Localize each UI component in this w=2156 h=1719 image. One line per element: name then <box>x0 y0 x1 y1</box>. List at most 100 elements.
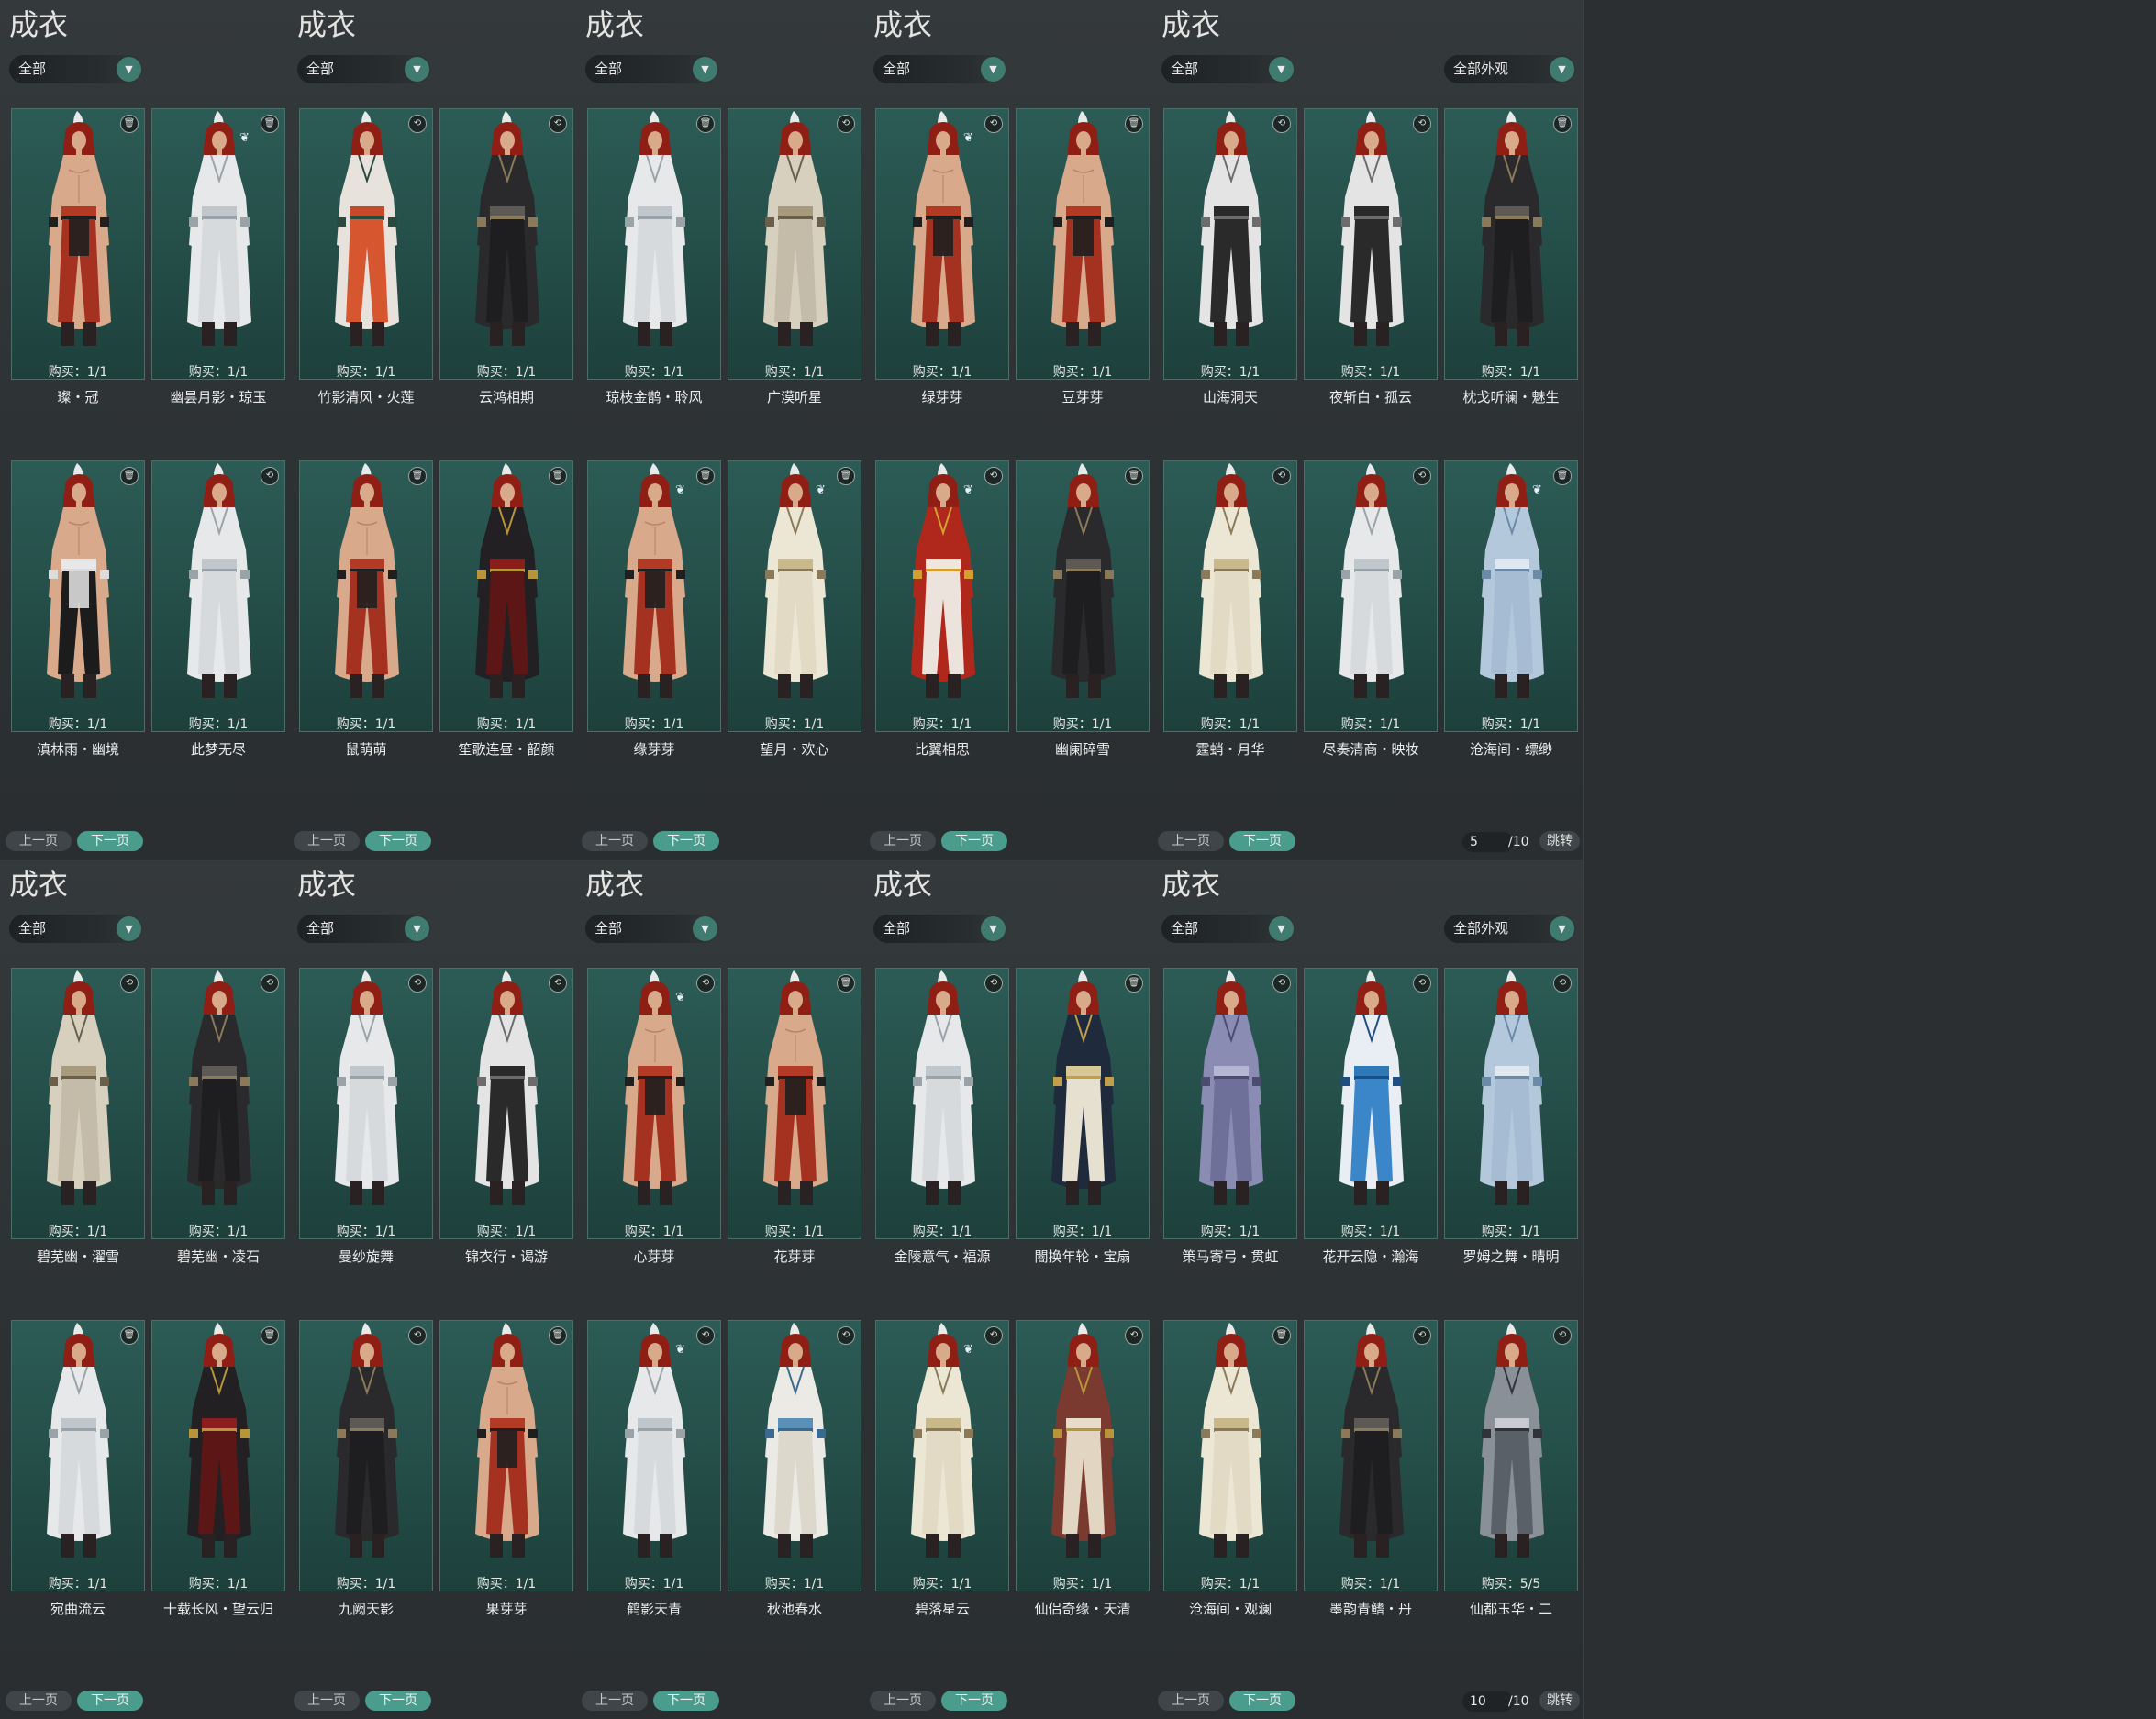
prev-page-button[interactable]: 上一页 <box>870 831 936 851</box>
outfit-preview[interactable]: 🗑 购买：1/1 <box>728 968 861 1239</box>
trash-icon[interactable]: 🗑 <box>837 974 855 993</box>
trash-icon[interactable]: 🗑 <box>1553 115 1572 133</box>
trash-icon[interactable]: 🗑 <box>549 1326 567 1345</box>
outfit-card[interactable]: 🗑 购买：1/1 鼠萌萌 <box>299 460 433 758</box>
trash-icon[interactable]: 🗑 <box>120 1326 139 1345</box>
cycle-icon[interactable]: ⟲ <box>984 467 1003 485</box>
outfit-preview[interactable]: ⟲ 购买：1/1 <box>1304 460 1438 732</box>
chevron-down-icon[interactable]: ▼ <box>981 916 1006 941</box>
page-number-input[interactable]: 5 <box>1462 832 1514 852</box>
jump-button[interactable]: 跳转 <box>1539 831 1580 851</box>
chevron-down-icon[interactable]: ▼ <box>405 57 429 82</box>
outfit-preview[interactable]: ⟲ 购买：1/1 <box>439 108 573 380</box>
outfit-preview[interactable]: 🗑 购买：1/1 <box>439 460 573 732</box>
outfit-card[interactable]: ⟲ 购买：1/1 墨韵青鳍・丹 <box>1304 1320 1438 1617</box>
outfit-preview[interactable]: ⟲ 购买：1/1 <box>728 108 861 380</box>
chevron-down-icon[interactable]: ▼ <box>693 916 717 941</box>
outfit-preview[interactable]: ⟲ 购买：1/1 <box>299 968 433 1239</box>
outfit-preview[interactable]: 🗑 购买：1/1 <box>1016 460 1150 732</box>
appearance-dropdown[interactable]: 全部外观 ▼ <box>1444 915 1576 943</box>
outfit-card[interactable]: ⟲ 购买：1/1 罗姆之舞・晴明 <box>1444 968 1578 1265</box>
outfit-preview[interactable]: 🗑 购买：1/1 <box>1163 1320 1297 1591</box>
outfit-preview[interactable]: ⟲ 购买：1/1 <box>1016 1320 1150 1591</box>
next-page-button[interactable]: 下一页 <box>941 1691 1007 1711</box>
outfit-card[interactable]: 🗑 购买：1/1 幽阑碎雪 <box>1016 460 1150 758</box>
outfit-card[interactable]: 🗑 ❦ 购买：1/1 望月・欢心 <box>728 460 861 758</box>
outfit-preview[interactable]: 🗑 购买：1/1 <box>151 1320 285 1591</box>
chevron-down-icon[interactable]: ▼ <box>1269 916 1294 941</box>
trash-icon[interactable]: 🗑 <box>261 1326 279 1345</box>
prev-page-button[interactable]: 上一页 <box>6 1691 72 1711</box>
trash-icon[interactable]: 🗑 <box>1553 467 1572 485</box>
cycle-icon[interactable]: ⟲ <box>1413 115 1431 133</box>
trash-icon[interactable]: 🗑 <box>549 467 567 485</box>
outfit-preview[interactable]: 🗑 购买：1/1 <box>11 108 145 380</box>
trash-icon[interactable]: 🗑 <box>408 467 427 485</box>
chevron-down-icon[interactable]: ▼ <box>405 916 429 941</box>
cycle-icon[interactable]: ⟲ <box>1553 1326 1572 1345</box>
outfit-card[interactable]: ⟲ 购买：1/1 山海洞天 <box>1163 108 1297 405</box>
outfit-card[interactable]: 🗑 ❦ 购买：1/1 缘芽芽 <box>587 460 721 758</box>
outfit-preview[interactable]: 🗑 购买：1/1 <box>1444 108 1578 380</box>
cycle-icon[interactable]: ⟲ <box>408 115 427 133</box>
cycle-icon[interactable]: ⟲ <box>1272 974 1291 993</box>
appearance-dropdown[interactable]: 全部外观 ▼ <box>1444 55 1576 83</box>
outfit-card[interactable]: 🗑 购买：1/1 琼枝金鹊・聆风 <box>587 108 721 405</box>
outfit-card[interactable]: ⟲ ❦ 购买：1/1 绿芽芽 <box>875 108 1009 405</box>
outfit-preview[interactable]: 🗑 购买：1/1 <box>299 460 433 732</box>
outfit-card[interactable]: 🗑 购买：1/1 滇林雨・幽境 <box>11 460 145 758</box>
outfit-card[interactable]: ⟲ 购买：1/1 广漠听星 <box>728 108 861 405</box>
trash-icon[interactable]: 🗑 <box>1125 467 1143 485</box>
outfit-preview[interactable]: ⟲ 购买：1/1 <box>728 1320 861 1591</box>
next-page-button[interactable]: 下一页 <box>77 831 143 851</box>
outfit-card[interactable]: 🗑 购买：1/1 豆芽芽 <box>1016 108 1150 405</box>
prev-page-button[interactable]: 上一页 <box>294 1691 360 1711</box>
cycle-icon[interactable]: ⟲ <box>984 115 1003 133</box>
chevron-down-icon[interactable]: ▼ <box>1550 916 1574 941</box>
cycle-icon[interactable]: ⟲ <box>696 1326 715 1345</box>
category-dropdown[interactable]: 全部 ▼ <box>585 915 719 943</box>
outfit-card[interactable]: 🗑 购买：1/1 闇换年轮・宝扇 <box>1016 968 1150 1265</box>
outfit-card[interactable]: ⟲ 购买：1/1 曼纱旋舞 <box>299 968 433 1265</box>
cycle-icon[interactable]: ⟲ <box>408 1326 427 1345</box>
cycle-icon[interactable]: ⟲ <box>1125 1326 1143 1345</box>
trash-icon[interactable]: 🗑 <box>120 115 139 133</box>
outfit-preview[interactable]: ⟲ 购买：1/1 <box>151 968 285 1239</box>
outfit-preview[interactable]: ⟲ 购买：1/1 <box>11 968 145 1239</box>
cycle-icon[interactable]: ⟲ <box>837 115 855 133</box>
category-dropdown[interactable]: 全部 ▼ <box>873 915 1007 943</box>
outfit-card[interactable]: ⟲ 购买：5/5 仙都玉华・二 <box>1444 1320 1578 1617</box>
outfit-card[interactable]: ⟲ 购买：1/1 仙侣奇缘・天清 <box>1016 1320 1150 1617</box>
outfit-card[interactable]: 🗑 ❦ 购买：1/1 幽昙月影・琼玉 <box>151 108 285 405</box>
outfit-preview[interactable]: ⟲ 购买：1/1 <box>1304 108 1438 380</box>
outfit-preview[interactable]: ⟲ 购买：1/1 <box>439 968 573 1239</box>
cycle-icon[interactable]: ⟲ <box>837 1326 855 1345</box>
chevron-down-icon[interactable]: ▼ <box>117 916 141 941</box>
outfit-card[interactable]: ⟲ 购买：1/1 碧芜幽・濯雪 <box>11 968 145 1265</box>
category-dropdown[interactable]: 全部 ▼ <box>1161 55 1295 83</box>
outfit-card[interactable]: ⟲ ❦ 购买：1/1 鹤影天青 <box>587 1320 721 1617</box>
trash-icon[interactable]: 🗑 <box>1125 974 1143 993</box>
prev-page-button[interactable]: 上一页 <box>582 831 648 851</box>
outfit-preview[interactable]: 🗑 ❦ 购买：1/1 <box>1444 460 1578 732</box>
cycle-icon[interactable]: ⟲ <box>1413 974 1431 993</box>
outfit-card[interactable]: 🗑 购买：1/1 花芽芽 <box>728 968 861 1265</box>
cycle-icon[interactable]: ⟲ <box>261 467 279 485</box>
outfit-card[interactable]: ⟲ 购买：1/1 秋池春水 <box>728 1320 861 1617</box>
outfit-card[interactable]: ⟲ 购买：1/1 夜斩白・孤云 <box>1304 108 1438 405</box>
trash-icon[interactable]: 🗑 <box>1272 1326 1291 1345</box>
outfit-preview[interactable]: ⟲ 购买：1/1 <box>151 460 285 732</box>
outfit-card[interactable]: ⟲ 购买：1/1 竹影清风・火莲 <box>299 108 433 405</box>
prev-page-button[interactable]: 上一页 <box>294 831 360 851</box>
outfit-preview[interactable]: ⟲ 购买：1/1 <box>299 1320 433 1591</box>
outfit-preview[interactable]: ⟲ ❦ 购买：1/1 <box>875 460 1009 732</box>
outfit-preview[interactable]: ⟲ 购买：1/1 <box>1304 968 1438 1239</box>
outfit-preview[interactable]: ⟲ 购买：1/1 <box>1163 968 1297 1239</box>
outfit-preview[interactable]: 🗑 购买：1/1 <box>11 460 145 732</box>
next-page-button[interactable]: 下一页 <box>653 1691 719 1711</box>
next-page-button[interactable]: 下一页 <box>77 1691 143 1711</box>
chevron-down-icon[interactable]: ▼ <box>981 57 1006 82</box>
cycle-icon[interactable]: ⟲ <box>549 115 567 133</box>
category-dropdown[interactable]: 全部 ▼ <box>9 55 143 83</box>
prev-page-button[interactable]: 上一页 <box>582 1691 648 1711</box>
